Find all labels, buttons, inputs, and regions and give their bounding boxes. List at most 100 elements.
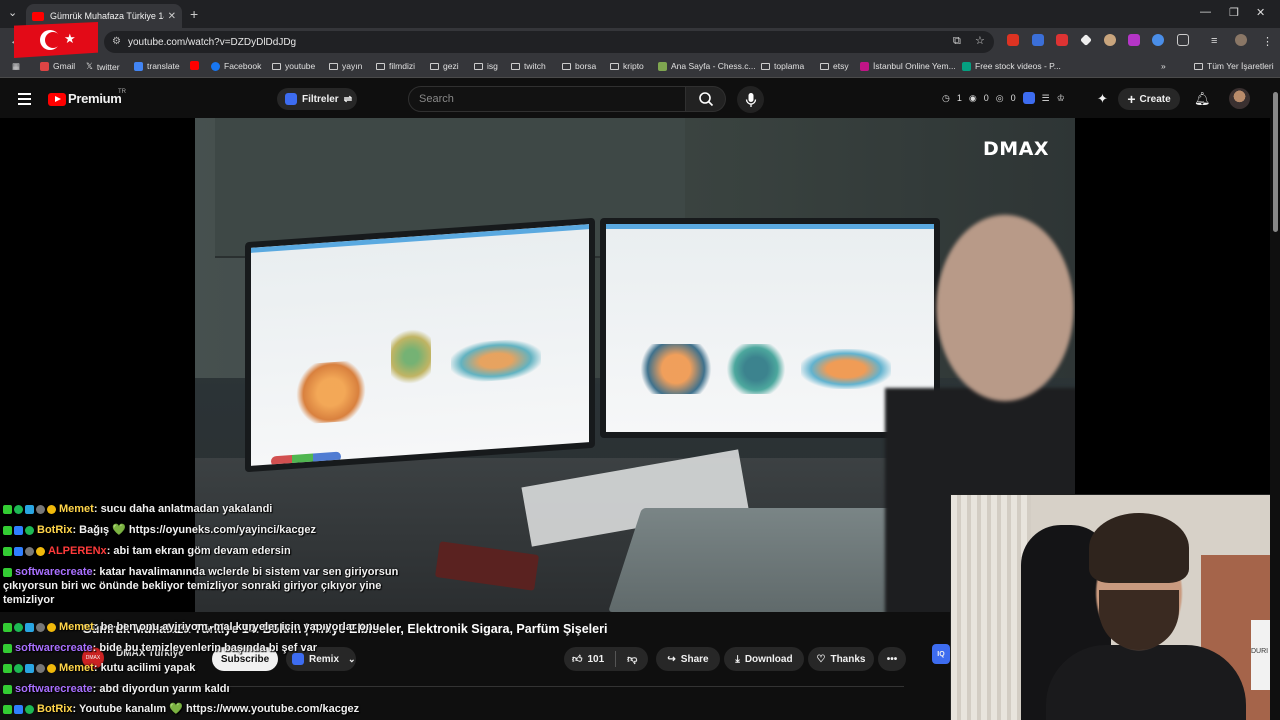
microphone-icon: [745, 92, 756, 107]
turkish-flag-overlay-icon: ★: [14, 22, 98, 58]
xray-item: [801, 349, 891, 389]
all-bookmarks[interactable]: Tüm Yer İşaretleri: [1194, 61, 1274, 71]
bookmark-translate[interactable]: translate: [134, 61, 180, 71]
bookmark-facebook[interactable]: Facebook: [211, 61, 261, 71]
scrollbar-thumb[interactable]: [1273, 92, 1278, 232]
chat-username: BotRix: [37, 703, 73, 715]
bookmark-folder-etsy[interactable]: etsy: [820, 61, 849, 71]
extension-icon-6[interactable]: [1152, 34, 1164, 46]
thanks-button[interactable]: ♡ Thanks: [808, 647, 874, 671]
iq-side-button[interactable]: IQ: [932, 644, 950, 664]
minimize-icon[interactable]: —: [1200, 6, 1211, 18]
bookmark-folder-filmdizi[interactable]: filmdizi: [376, 61, 415, 71]
notifications-bell-icon[interactable]: 🔔︎: [1194, 91, 1211, 107]
create-button[interactable]: + Create: [1118, 88, 1180, 110]
bookmark-folder-borsa[interactable]: borsa: [562, 61, 596, 71]
bookmark-folder-gezi[interactable]: gezi: [430, 61, 459, 71]
bookmark-star-icon[interactable]: ☆: [975, 34, 985, 47]
extension-icon-5[interactable]: [1128, 34, 1140, 46]
dmax-watermark: DMAX: [983, 138, 1050, 160]
restore-icon[interactable]: ❐: [1229, 6, 1239, 19]
flag-crescent-cut: [45, 32, 61, 48]
chat-username: BotRix: [37, 524, 73, 536]
tab-list-icon[interactable]: ⌄: [8, 6, 17, 19]
video-frame: [195, 118, 1075, 612]
more-horizontal-icon: •••: [886, 653, 898, 665]
close-tab-icon[interactable]: ✕: [168, 11, 176, 22]
more-actions-button[interactable]: •••: [878, 647, 906, 671]
iq-icon[interactable]: [1022, 92, 1035, 104]
adblock-icon[interactable]: [1056, 34, 1068, 46]
plus-icon: +: [1127, 91, 1136, 107]
folder-icon: [562, 62, 571, 70]
bookmark-folder-twitch[interactable]: twitch: [511, 61, 546, 71]
bookmark-twitter[interactable]: 𝕏twitter: [86, 61, 120, 72]
download-icon: ⤓: [735, 653, 740, 665]
bookmark-stock-videos[interactable]: Free stock videos - P...: [962, 61, 1061, 71]
close-window-icon[interactable]: ✕: [1256, 6, 1265, 19]
sliders-icon: ⇌: [343, 93, 353, 105]
folder-icon: [1194, 62, 1203, 70]
chat-text: : abd diyordun yarım kaldı: [92, 683, 230, 695]
xray-legend: [271, 451, 341, 466]
flag-star-icon: ★: [64, 31, 76, 46]
clock-icon: ◷: [942, 92, 950, 103]
facebook-icon: [211, 61, 220, 71]
install-app-icon[interactable]: ⧉: [953, 35, 961, 48]
chat-text: : kutu acilimi yapak: [93, 662, 196, 674]
thumbs-up-icon: 👍︎: [572, 654, 583, 665]
bookmark-youtube-red[interactable]: [190, 61, 199, 70]
bookmark-gmail[interactable]: Gmail: [40, 61, 75, 71]
chat-badges: [3, 643, 12, 653]
search-input[interactable]: Search: [408, 86, 686, 112]
omnibox[interactable]: ⚙ youtube.com/watch?v=DZDyDlDdJDg: [104, 31, 994, 53]
filters-button[interactable]: Filtreler ⇌: [277, 88, 357, 110]
chat-message: Memet: kutu acilimi yapak: [3, 661, 195, 675]
chat-message: softwarecreate: abd diyordun yarım kaldı: [3, 682, 230, 696]
share-button[interactable]: ↪ Share: [656, 647, 720, 671]
chat-message: ALPERENx: abi tam ekran göm devam edersi…: [3, 544, 291, 558]
bookmark-folder-isg[interactable]: isg: [474, 61, 498, 71]
xray-item: [296, 359, 366, 425]
search-button[interactable]: [686, 86, 726, 112]
extension-icon-1[interactable]: [1007, 34, 1019, 46]
more-bookmarks-icon[interactable]: »: [1161, 61, 1166, 71]
premium-logo-text[interactable]: Premium: [68, 91, 122, 106]
x-logo-icon: 𝕏: [86, 61, 93, 71]
like-button[interactable]: 👍︎ 101: [572, 653, 604, 666]
browser-menu-icon[interactable]: ⋮: [1262, 35, 1273, 48]
bookmark-folder-yayin[interactable]: yayın: [329, 61, 362, 71]
trophy-icon[interactable]: ♔: [1057, 93, 1065, 104]
search-icon: [698, 92, 713, 107]
bookmark-folder-kripto[interactable]: kripto: [610, 61, 644, 71]
apps-grid-icon[interactable]: ▦: [12, 61, 20, 72]
bookmark-chess[interactable]: Ana Sayfa - Chess.c...: [658, 61, 756, 71]
folder-icon: [820, 62, 829, 70]
account-avatar[interactable]: [1229, 88, 1250, 109]
new-tab-icon[interactable]: +: [190, 6, 198, 22]
download-button[interactable]: ⤓ Download: [724, 647, 804, 671]
bookmark-folder-youtube[interactable]: youtube: [272, 61, 315, 71]
list-icon[interactable]: ☰: [1042, 93, 1050, 104]
dislike-button[interactable]: 👎︎: [627, 653, 637, 665]
voice-search-button[interactable]: [737, 86, 764, 113]
xray-item: [726, 344, 786, 394]
bookmark-istanbul[interactable]: İstanbul Online Yem...: [860, 61, 956, 71]
folder-icon: [376, 62, 385, 70]
extension-icon-4[interactable]: [1104, 34, 1116, 46]
bookmark-folder-toplama[interactable]: toplama: [761, 61, 804, 71]
site-info-icon[interactable]: ⚙: [112, 36, 121, 47]
extensions-puzzle-icon[interactable]: [1177, 34, 1189, 46]
pexels-icon: [962, 61, 971, 71]
translate-icon: [134, 61, 143, 71]
reading-list-icon[interactable]: ≡: [1211, 35, 1217, 47]
profile-avatar-icon[interactable]: [1235, 34, 1247, 46]
extension-icon-2[interactable]: [1032, 34, 1044, 46]
extension-puzzle-icon[interactable]: ✦: [1097, 91, 1108, 107]
thanks-heart-dollar-icon: ♡: [816, 653, 826, 665]
menu-hamburger-icon[interactable]: [18, 93, 31, 108]
extension-counters: ◷ 1 ◉ 0 ◎ 0 ☰ ♔: [942, 92, 1065, 104]
page-scrollbar[interactable]: [1271, 80, 1280, 720]
youtube-logo-icon[interactable]: [48, 93, 66, 106]
chat-text: : Youtube kanalım 💚 https://www.youtube.…: [72, 703, 360, 715]
